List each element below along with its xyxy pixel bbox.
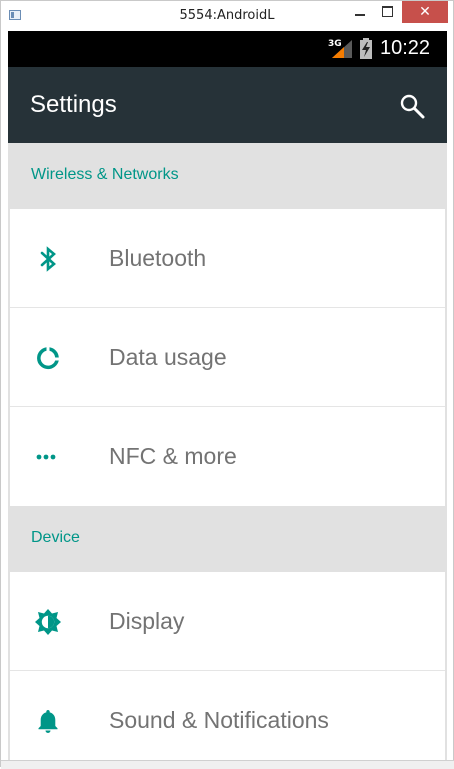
section-header-label: Device	[31, 529, 80, 546]
settings-item-label: Display	[109, 608, 185, 634]
status-bar: 3G 10:22	[8, 31, 447, 67]
settings-item-sound[interactable]: Sound & Notifications	[10, 671, 445, 760]
settings-item-label: Sound & Notifications	[109, 707, 329, 733]
settings-item-nfc[interactable]: NFC & more	[10, 407, 445, 506]
settings-item-bluetooth[interactable]: Bluetooth	[10, 209, 445, 308]
minimize-button[interactable]	[348, 1, 372, 23]
more-dots-icon	[36, 454, 56, 460]
status-clock: 10:22	[380, 37, 431, 59]
battery-icon	[360, 38, 372, 59]
bell-icon	[38, 710, 58, 733]
search-icon[interactable]	[399, 93, 425, 119]
close-button[interactable]: ✕	[402, 1, 448, 23]
settings-list: Wireless & Networks Bluetooth Data usage	[8, 143, 447, 760]
settings-item-data-usage[interactable]: Data usage	[10, 308, 445, 407]
window-bottom-strip	[1, 760, 454, 769]
section-header-wireless: Wireless & Networks	[8, 143, 447, 209]
android-screen: 3G 10:22 Settings Wireless & Networks Bl…	[8, 31, 447, 760]
maximize-button[interactable]	[375, 1, 399, 23]
data-usage-icon	[37, 347, 59, 370]
brightness-icon	[35, 609, 61, 635]
window-titlebar[interactable]: 5554:AndroidL ✕	[1, 1, 453, 31]
settings-item-label: NFC & more	[109, 443, 237, 469]
section-header-label: Wireless & Networks	[31, 166, 179, 183]
app-bar: Settings	[8, 67, 447, 143]
settings-item-label: Data usage	[109, 344, 227, 370]
bluetooth-icon	[40, 246, 56, 272]
section-card-wireless: Bluetooth Data usage NFC & more	[10, 209, 445, 506]
page-title: Settings	[30, 91, 117, 118]
section-card-device: Display Sound & Notifications	[10, 572, 445, 760]
emulator-window: 5554:AndroidL ✕ 3G 10:22 Settings Wirele…	[0, 0, 454, 769]
settings-item-label: Bluetooth	[109, 245, 207, 271]
signal-icon	[332, 40, 352, 58]
settings-item-display[interactable]: Display	[10, 572, 445, 671]
section-header-device: Device	[8, 506, 447, 572]
